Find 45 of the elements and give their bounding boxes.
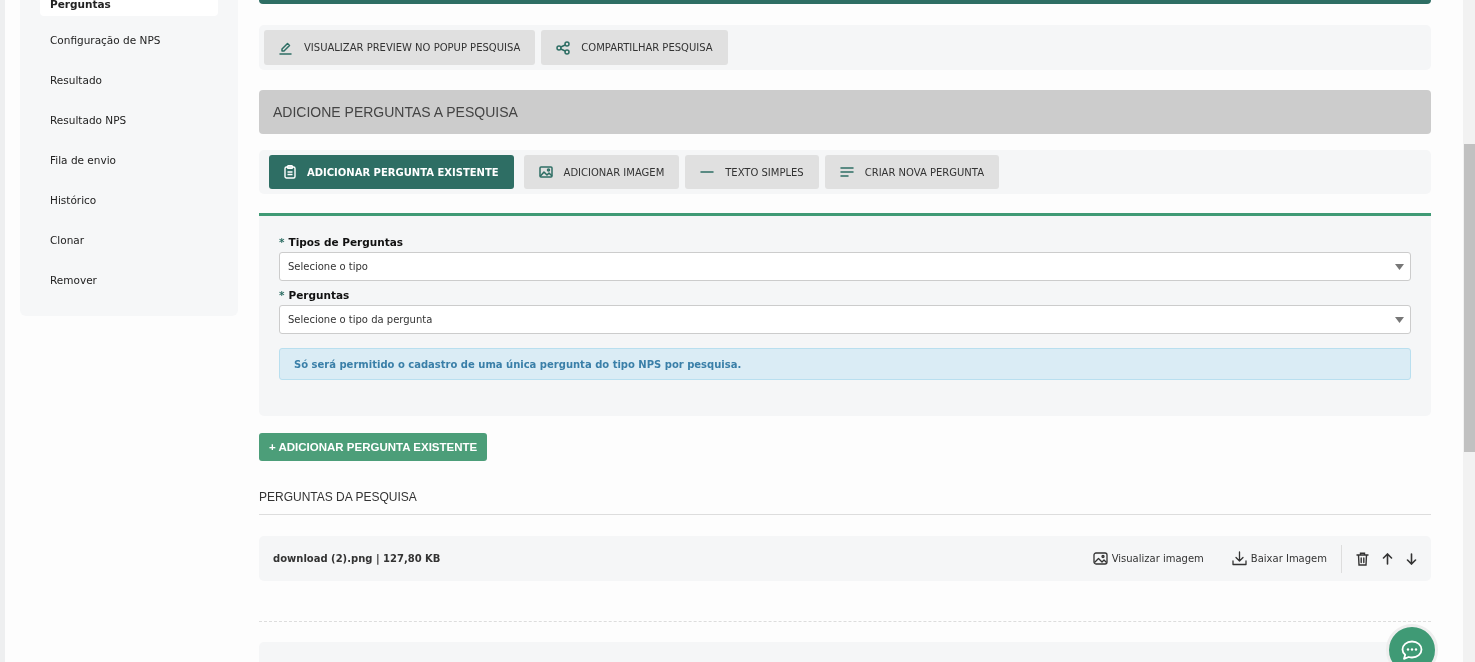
pencil-icon [279, 40, 293, 55]
arrow-up-icon [1382, 552, 1393, 565]
sidebar-item[interactable]: Resultado [40, 60, 218, 100]
view-image-button[interactable]: Visualizar imagem [1092, 552, 1204, 565]
required-mark: * [279, 289, 285, 301]
move-down-button[interactable] [1406, 552, 1417, 565]
sidebar-item[interactable]: Perguntas [40, 0, 218, 16]
preview-button[interactable]: VISUALIZAR PREVIEW NO POPUP PESQUISA [264, 30, 536, 65]
share-icon [556, 40, 571, 55]
file-name: download (2).png | 127,80 KB [273, 553, 442, 564]
info-alert: Só será permitido o cadastro de uma única pergunta do tipo NPS por pesquisa. [279, 348, 1411, 380]
share-button[interactable]: COMPARTILHAR PESQUISA [541, 30, 728, 65]
sidebar-item[interactable]: Resultado NPS [40, 100, 218, 140]
delete-button[interactable] [1356, 551, 1369, 566]
field-label: Perguntas [288, 289, 350, 301]
list-title: PERGUNTAS DA PESQUISA [259, 490, 417, 504]
arrow-down-icon [1406, 552, 1417, 565]
dash-icon [700, 170, 715, 174]
select-field[interactable]: Selecione o tipo [279, 252, 1411, 281]
sidebar-item[interactable]: Fila de envio [40, 140, 218, 180]
move-up-button[interactable] [1382, 552, 1393, 565]
chat-button[interactable] [1386, 624, 1438, 662]
tab[interactable]: ADICIONAR PERGUNTA EXISTENTE [269, 155, 514, 189]
download-icon [1231, 551, 1247, 566]
dropdown-arrow-icon [1395, 264, 1404, 270]
download-button[interactable]: Baixar Imagem [1231, 551, 1327, 566]
image-icon [538, 166, 553, 178]
dropdown-arrow-icon [1395, 317, 1404, 323]
tab[interactable]: CRIAR NOVA PERGUNTA [824, 155, 999, 189]
select-field[interactable]: Selecione o tipo da pergunta [279, 305, 1411, 334]
tab[interactable]: ADICIONAR IMAGEM [523, 155, 680, 189]
required-mark: * [279, 236, 285, 248]
sidebar-item[interactable]: Clonar [40, 220, 218, 260]
chat-icon [1401, 640, 1423, 660]
field-label: Tipos de Perguntas [288, 236, 403, 248]
clipboard-icon [284, 165, 296, 179]
sidebar-item[interactable]: Configuração de NPS [40, 20, 218, 60]
scrollbar-thumb[interactable] [1464, 144, 1475, 452]
sidebar-item[interactable]: Histórico [40, 180, 218, 220]
lines-icon [839, 167, 854, 177]
section-title: ADICIONE PERGUNTAS A PESQUISA [273, 104, 518, 120]
image-icon [1092, 552, 1108, 565]
tab[interactable]: TEXTO SIMPLES [685, 155, 819, 189]
sidebar-item[interactable]: Remover [40, 260, 218, 300]
trash-icon [1356, 551, 1369, 566]
